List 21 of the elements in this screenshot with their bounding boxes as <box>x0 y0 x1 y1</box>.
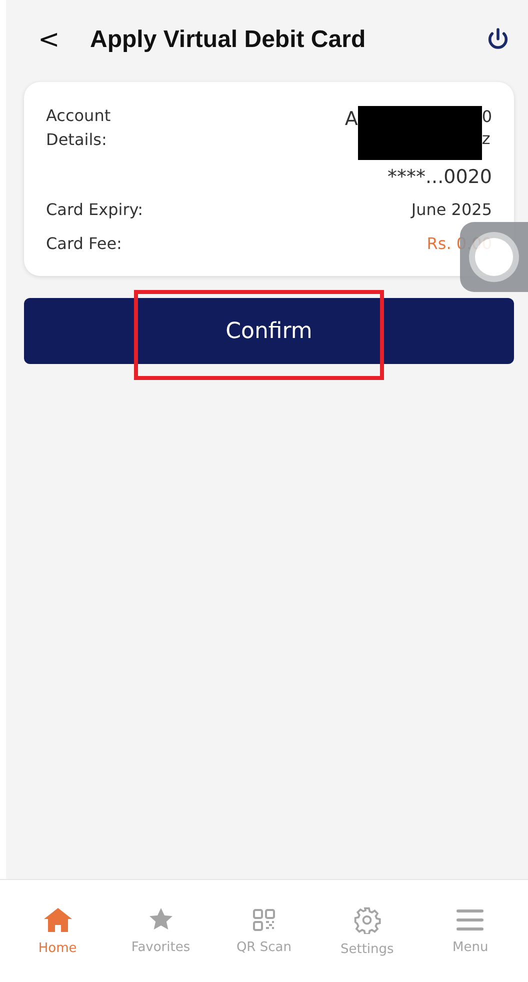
detail-value: June 2025 <box>411 200 492 219</box>
detail-label: Card Expiry: <box>46 200 143 219</box>
star-icon <box>148 907 174 932</box>
account-label: Account Details: <box>46 105 112 151</box>
menu-icon <box>456 908 484 932</box>
account-text: 0 <box>482 106 492 128</box>
nav-tab[interactable]: QR Scan <box>218 908 309 954</box>
home-icon <box>42 906 73 932</box>
nav-tab[interactable]: Favorites <box>116 907 206 955</box>
settings-icon <box>353 906 382 934</box>
account-text: A <box>344 108 358 130</box>
confirm-button[interactable]: Confirm <box>24 298 514 364</box>
back-button[interactable]: < <box>24 25 90 55</box>
qr-code-icon <box>252 908 276 932</box>
nav-tab[interactable]: Settings <box>322 906 412 956</box>
nav-tab[interactable]: Menu <box>425 908 516 954</box>
account-number: ****...0020 <box>388 166 492 188</box>
account-text: z <box>482 128 492 150</box>
page-title: Apply Virtual Debit Card <box>90 26 367 54</box>
nav-tab[interactable]: Home <box>12 906 103 956</box>
detail-label: Card Fee: <box>46 234 122 253</box>
